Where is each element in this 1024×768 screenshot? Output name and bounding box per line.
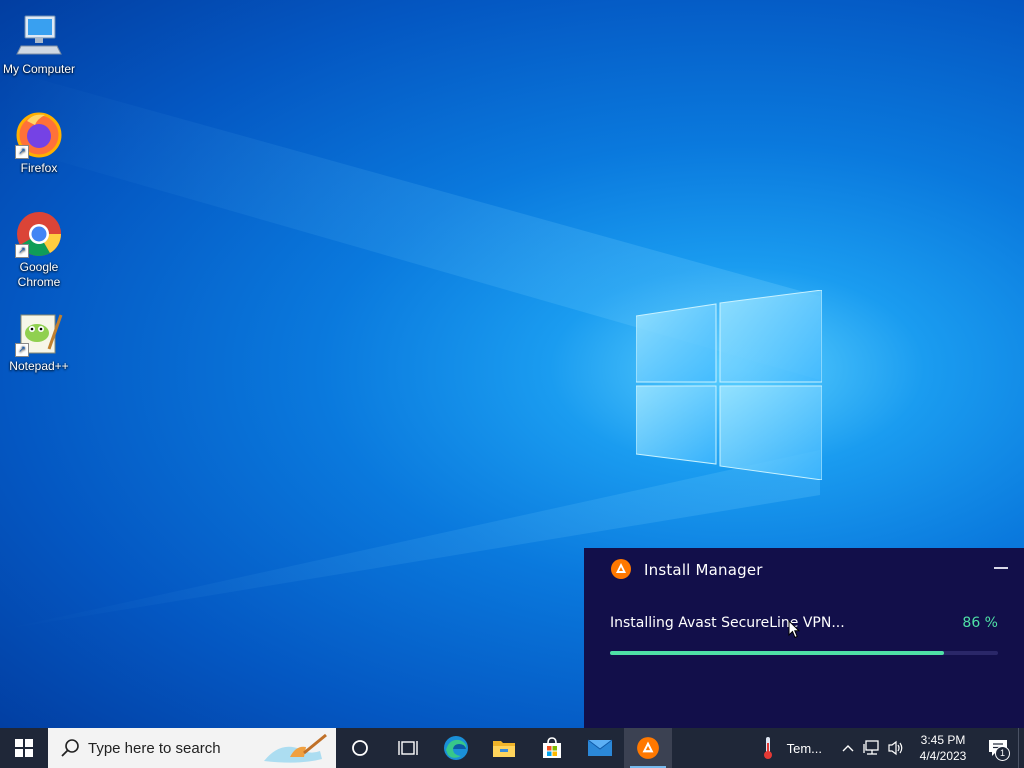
show-hidden-icons-button[interactable] <box>836 728 860 768</box>
shortcut-arrow-icon: ↗ <box>15 145 29 159</box>
taskbar: Type here to search Tem... 3:45 PM 4/4/2… <box>0 728 1024 768</box>
notification-count-badge: 1 <box>995 746 1010 761</box>
mail-icon <box>587 739 613 756</box>
volume-button[interactable] <box>884 728 908 768</box>
desktop-icon-label: Firefox <box>20 161 58 175</box>
taskbar-cortana[interactable] <box>336 728 384 768</box>
store-icon <box>543 737 561 758</box>
taskbar-task-view[interactable] <box>384 728 432 768</box>
weather-text: Tem... <box>786 740 822 756</box>
start-button[interactable] <box>0 728 48 768</box>
speaker-icon <box>888 740 903 756</box>
avast-icon <box>637 737 659 759</box>
search-highlight-art-icon <box>264 733 327 763</box>
taskbar-clock[interactable]: 3:45 PM 4/4/2023 <box>908 732 978 764</box>
windows-logo-wallpaper <box>636 290 822 480</box>
computer-icon <box>15 12 63 60</box>
shortcut-arrow-icon: ↗ <box>15 343 29 357</box>
taskbar-file-explorer[interactable] <box>480 728 528 768</box>
desktop-icon-label: Google Chrome <box>17 260 61 289</box>
thermometer-icon <box>763 737 772 759</box>
cortana-icon <box>352 740 368 756</box>
folder-icon <box>493 741 515 757</box>
taskbar-store[interactable] <box>528 728 576 768</box>
desktop-icon-chrome[interactable]: ↗ Google Chrome <box>0 202 78 290</box>
avast-icon <box>611 559 631 579</box>
chevron-up-icon <box>842 745 854 752</box>
desktop: { "desktop_icons": [ {"label": "My Compu… <box>0 0 1024 768</box>
mouse-cursor-icon <box>788 620 800 639</box>
system-tray: Tem... 3:45 PM 4/4/2023 1 <box>761 728 1024 768</box>
notepadpp-icon: ↗ <box>15 309 63 357</box>
progress-bar-fill <box>610 651 944 655</box>
network-button[interactable] <box>860 728 884 768</box>
search-placeholder: Type here to search <box>88 739 221 757</box>
desktop-icon-notepadpp[interactable]: ↗ Notepad++ <box>0 301 78 374</box>
weather-widget[interactable]: Tem... <box>761 736 822 760</box>
show-desktop-button[interactable] <box>1018 728 1024 768</box>
taskbar-avast[interactable] <box>624 728 672 768</box>
minimize-button[interactable] <box>994 567 1008 569</box>
taskbar-edge[interactable] <box>432 728 480 768</box>
network-icon <box>863 740 879 755</box>
clock-date: 4/4/2023 <box>919 749 967 763</box>
install-status-text: Installing Avast SecureLine VPN... <box>610 615 845 631</box>
clock-time: 3:45 PM <box>920 733 966 747</box>
taskbar-mail[interactable] <box>576 728 624 768</box>
installer-title: Install Manager <box>644 561 763 579</box>
desktop-icon-label: My Computer <box>2 62 76 76</box>
task-view-icon <box>398 741 418 755</box>
action-center-button[interactable]: 1 <box>978 728 1018 768</box>
progress-bar <box>610 651 998 655</box>
windows-start-icon <box>15 739 33 757</box>
search-icon <box>61 739 79 757</box>
taskbar-search-box[interactable]: Type here to search <box>48 728 336 768</box>
desktop-icon-firefox[interactable]: ↗ Firefox <box>0 103 78 176</box>
desktop-icon-label: Notepad++ <box>9 359 69 373</box>
install-manager-window: Install Manager Installing Avast SecureL… <box>584 548 1024 728</box>
chrome-icon: ↗ <box>15 210 63 258</box>
shortcut-arrow-icon: ↗ <box>15 244 29 258</box>
desktop-icon-my-computer[interactable]: My Computer <box>0 4 78 77</box>
edge-icon <box>444 736 468 760</box>
install-percent: 86 % <box>962 615 998 631</box>
firefox-icon: ↗ <box>15 111 63 159</box>
